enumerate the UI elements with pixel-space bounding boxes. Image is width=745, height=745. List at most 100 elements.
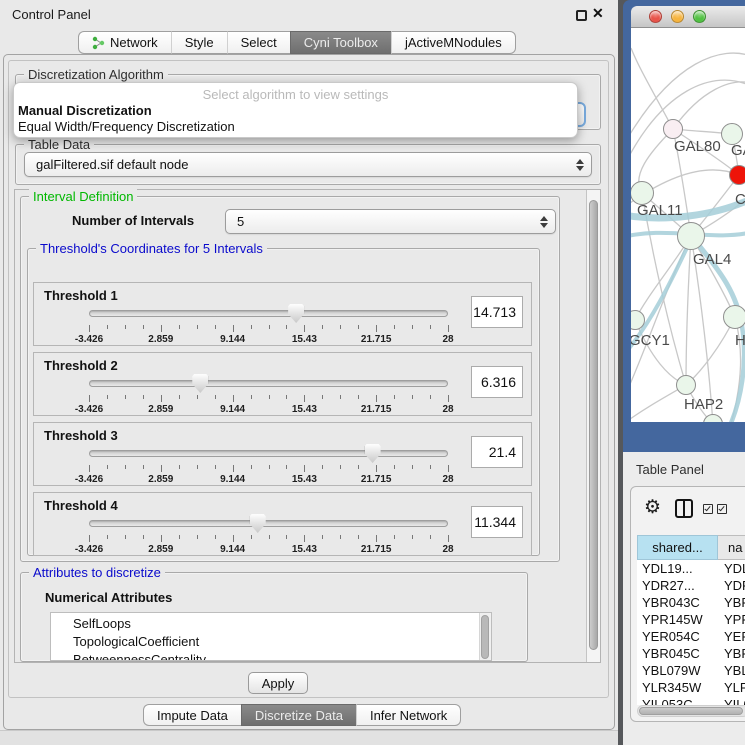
tab-style[interactable]: Style bbox=[171, 31, 227, 54]
table-data-combobox[interactable]: galFiltered.sif default node bbox=[24, 152, 592, 177]
slider-tick bbox=[251, 395, 252, 399]
table-row[interactable]: YDL19...YDL1 bbox=[637, 560, 745, 577]
slider-tick bbox=[107, 325, 108, 329]
tab-impute-data[interactable]: Impute Data bbox=[143, 704, 241, 726]
slider-tick bbox=[161, 325, 162, 332]
number-of-intervals-combobox[interactable]: 5 bbox=[225, 209, 556, 234]
table-scrollbar-thumb[interactable] bbox=[639, 707, 743, 715]
slider-tick bbox=[394, 395, 395, 399]
tab-label: Infer Network bbox=[370, 708, 447, 723]
slider-tick bbox=[269, 535, 270, 539]
network-node-hap2[interactable] bbox=[676, 375, 696, 395]
threshold-value-field[interactable]: 14.713 bbox=[471, 296, 523, 328]
tab-cyni-toolbox[interactable]: Cyni Toolbox bbox=[290, 31, 391, 54]
tab-network[interactable]: Network bbox=[78, 31, 171, 54]
table-cell: YBR0 bbox=[718, 645, 745, 662]
algorithm-option[interactable]: Equal Width/Frequency Discretization bbox=[14, 119, 577, 135]
number-of-intervals-value: 5 bbox=[237, 214, 244, 229]
network-edge bbox=[673, 82, 745, 129]
slider-track[interactable] bbox=[89, 310, 448, 317]
attribute-item[interactable]: SelfLoops bbox=[73, 615, 491, 633]
tick-label: 15.43 bbox=[281, 474, 327, 485]
slider-thumb[interactable] bbox=[192, 374, 208, 393]
slider-tick bbox=[358, 465, 359, 469]
minimize-traffic-light-icon[interactable] bbox=[671, 10, 684, 23]
table-row[interactable]: YDR27...YDR2 bbox=[637, 577, 745, 594]
network-node-h[interactable] bbox=[723, 305, 745, 329]
table-column-header[interactable]: na bbox=[718, 535, 745, 560]
slider-tick bbox=[304, 395, 305, 402]
threshold-slider[interactable]: -3.4262.8599.14415.4321.71528 bbox=[89, 303, 448, 347]
close-icon[interactable]: ✕ bbox=[592, 5, 604, 22]
tick-label: 15.43 bbox=[281, 334, 327, 345]
table-panel-container: ⚙ shared...na YDL19...YDL1YDR27...YDR2YB… bbox=[630, 486, 745, 722]
threshold-slider[interactable]: -3.4262.8599.14415.4321.71528 bbox=[89, 373, 448, 417]
threshold-value-field[interactable]: 6.316 bbox=[471, 366, 523, 398]
table-cell: YLR3 bbox=[718, 679, 745, 696]
zoom-traffic-light-icon[interactable] bbox=[693, 10, 706, 23]
threshold-slider[interactable]: -3.4262.8599.14415.4321.71528 bbox=[89, 443, 448, 487]
network-window-titlebar[interactable] bbox=[631, 6, 745, 28]
slider-track[interactable] bbox=[89, 520, 448, 527]
tick-label: 21.715 bbox=[353, 544, 399, 555]
network-node-c[interactable] bbox=[729, 165, 745, 185]
table-cell: YBL079W bbox=[637, 662, 718, 679]
threshold-value-field[interactable]: 21.4 bbox=[471, 436, 523, 468]
tab-jactivemnodules[interactable]: jActiveMNodules bbox=[391, 31, 516, 54]
slider-track[interactable] bbox=[89, 380, 448, 387]
apply-button[interactable]: Apply bbox=[248, 672, 308, 694]
tick-label: 9.144 bbox=[210, 404, 256, 415]
slider-tick bbox=[143, 465, 144, 469]
network-edge bbox=[635, 236, 691, 320]
spinner-icon bbox=[540, 216, 549, 228]
threshold-value-field[interactable]: 11.344 bbox=[471, 506, 523, 538]
attributes-scrollbar-thumb[interactable] bbox=[481, 615, 489, 659]
slider-tick bbox=[269, 325, 270, 329]
table-row[interactable]: YLR345WYLR3 bbox=[637, 679, 745, 696]
table-row[interactable]: YBR045CYBR0 bbox=[637, 645, 745, 662]
table-row[interactable]: YBL079WYBL0 bbox=[637, 662, 745, 679]
gear-icon[interactable]: ⚙ bbox=[644, 496, 661, 519]
tick-label: 9.144 bbox=[210, 474, 256, 485]
tab-select[interactable]: Select bbox=[227, 31, 290, 54]
attribute-item[interactable]: TopologicalCoefficient bbox=[73, 633, 491, 651]
slider-tick bbox=[179, 535, 180, 539]
slider-thumb[interactable] bbox=[288, 304, 304, 323]
network-canvas[interactable]: GAL80GACGAL11GAL4GCY1HHAP2 bbox=[631, 28, 745, 422]
table-horizontal-scrollbar[interactable] bbox=[637, 705, 745, 717]
tab-discretize-data[interactable]: Discretize Data bbox=[241, 704, 356, 726]
slider-tick bbox=[125, 395, 126, 399]
attribute-item[interactable]: BetweennessCentrality bbox=[73, 651, 491, 661]
slider-tick bbox=[322, 465, 323, 469]
tab-label: Cyni Toolbox bbox=[304, 35, 378, 50]
settings-vertical-scrollbar[interactable] bbox=[586, 190, 600, 662]
slider-tick bbox=[143, 325, 144, 329]
number-of-intervals-label: Number of Intervals bbox=[72, 213, 194, 228]
close-traffic-light-icon[interactable] bbox=[649, 10, 662, 23]
network-node-gal4[interactable] bbox=[677, 222, 705, 250]
algorithm-option[interactable]: Manual Discretization bbox=[14, 103, 577, 119]
tick-label: 9.144 bbox=[210, 334, 256, 345]
table-column-header[interactable]: shared... bbox=[637, 535, 718, 560]
checkbox-icon[interactable] bbox=[717, 504, 727, 514]
threshold-slider[interactable]: -3.4262.8599.14415.4321.71528 bbox=[89, 513, 448, 557]
split-columns-icon[interactable] bbox=[675, 499, 693, 518]
network-node-gal80[interactable] bbox=[663, 119, 683, 139]
slider-track[interactable] bbox=[89, 450, 448, 457]
slider-tick bbox=[125, 465, 126, 469]
slider-tick bbox=[322, 395, 323, 399]
table-row[interactable]: YIL053CYIL0 bbox=[637, 696, 745, 705]
table-row[interactable]: YPR145WYPR1 bbox=[637, 611, 745, 628]
settings-scrollbar-thumb[interactable] bbox=[589, 200, 598, 650]
attributes-scrollbar[interactable] bbox=[479, 613, 491, 660]
float-window-icon[interactable] bbox=[576, 10, 587, 21]
slider-thumb[interactable] bbox=[365, 444, 381, 463]
algorithm-placeholder-option[interactable]: Select algorithm to view settings bbox=[14, 87, 577, 103]
slider-tick bbox=[269, 395, 270, 399]
tab-infer-network[interactable]: Infer Network bbox=[356, 704, 461, 726]
checkbox-icon[interactable] bbox=[703, 504, 713, 514]
table-row[interactable]: YBR043CYBR0 bbox=[637, 594, 745, 611]
table-row[interactable]: YER054CYER0 bbox=[637, 628, 745, 645]
algorithm-group-title: Discretization Algorithm bbox=[24, 67, 168, 82]
slider-thumb[interactable] bbox=[250, 514, 266, 533]
